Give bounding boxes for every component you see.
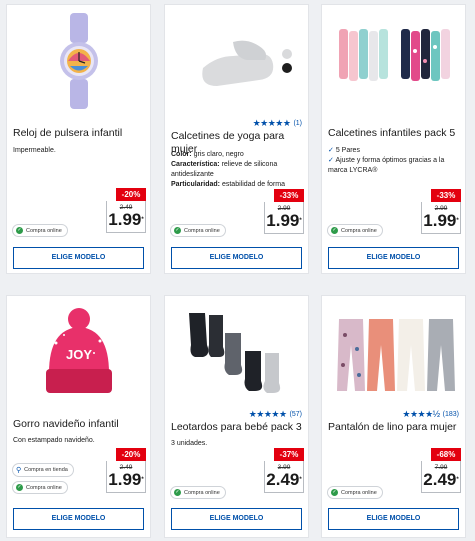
check-icon: ✓ [331, 227, 338, 234]
discount-badge: -33% [274, 189, 304, 202]
new-price: 1.99* [423, 211, 459, 230]
availability-badges: ✓ Compra online [170, 224, 226, 237]
product-title[interactable]: Pantalón de lino para mujer [328, 421, 461, 434]
svg-text:JOY: JOY [65, 347, 91, 362]
check-icon: ✓ [16, 227, 23, 234]
store-badge: ⚲ Compra en tienda [12, 463, 74, 477]
price-box: -37% 3.99 2.49* [264, 448, 304, 493]
price-box: -20% 2.49 1.99* [106, 188, 146, 233]
product-description: Con estampado navideño. [13, 437, 95, 444]
choose-model-button[interactable]: ELIGE MODELO [328, 247, 459, 269]
rating-count: (183) [442, 411, 459, 418]
price-card: 2.99 1.99* [421, 202, 461, 234]
product-title[interactable]: Leotardos para bebé pack 3 [171, 421, 304, 434]
discount-badge: -20% [116, 188, 146, 201]
online-badge: ✓ Compra online [170, 224, 226, 237]
check-icon: ✓ [328, 147, 334, 154]
availability-badges: ✓ Compra online [327, 224, 383, 237]
price-card: 3.99 2.49* [264, 461, 304, 493]
product-image[interactable] [322, 5, 465, 117]
check-icon: ✓ [331, 489, 338, 496]
discount-badge: -37% [274, 448, 304, 461]
product-title[interactable]: Reloj de pulsera infantil [13, 127, 146, 140]
product-card[interactable]: Calcetines infantiles pack 5 ✓ 5 Pares ✓… [321, 4, 466, 274]
check-icon: ✓ [174, 489, 181, 496]
online-badge: ✓ Compra online [327, 224, 383, 237]
price-card: 7.99 2.49* [421, 461, 461, 493]
kids-socks-icon [338, 29, 450, 81]
rating-count: (1) [293, 120, 302, 127]
tights-icon [188, 312, 280, 393]
online-badge: ✓ Compra online [12, 481, 68, 494]
color-swatch-black[interactable] [281, 63, 292, 73]
rating-count: (57) [289, 411, 302, 418]
product-card[interactable]: Reloj de pulsera infantil Impermeable. -… [6, 4, 151, 274]
product-image[interactable] [7, 5, 150, 117]
new-price: 1.99* [108, 210, 144, 229]
product-description: Color: gris claro, negro Característica:… [171, 151, 286, 188]
online-badge: ✓ Compra online [170, 486, 226, 499]
product-card[interactable]: ★★★★½ (183) Pantalón de lino para mujer … [321, 295, 466, 538]
choose-model-button[interactable]: ELIGE MODELO [13, 247, 144, 269]
star-rating-icon: ★★★★★ [252, 118, 291, 128]
socks-icon [201, 40, 292, 86]
rating[interactable]: ★★★★★ (1) [253, 118, 302, 129]
price-card: 2.49 1.99* [106, 461, 146, 493]
rating[interactable]: ★★★★½ (183) [402, 409, 459, 420]
new-price: 2.49* [266, 470, 302, 489]
product-image[interactable] [322, 296, 465, 408]
product-description: Impermeable. [13, 147, 56, 154]
price-card: 2.99 1.99* [264, 202, 304, 234]
availability-badges: ✓ Compra online [12, 224, 68, 237]
product-image[interactable]: JOY [7, 296, 150, 408]
watch-icon [59, 13, 98, 109]
new-price: 1.99* [266, 211, 302, 230]
choose-model-button[interactable]: ELIGE MODELO [13, 508, 144, 530]
choose-model-button[interactable]: ELIGE MODELO [171, 247, 302, 269]
rating[interactable]: ★★★★★ (57) [249, 409, 302, 420]
price-card: 2.49 1.99* [106, 201, 146, 233]
choose-model-button[interactable]: ELIGE MODELO [171, 508, 302, 530]
product-title[interactable]: Calcetines infantiles pack 5 [328, 127, 461, 140]
product-title[interactable]: Gorro navideño infantil [13, 418, 146, 431]
price-box: -20% 2.49 1.99* [106, 448, 146, 493]
choose-model-button[interactable]: ELIGE MODELO [328, 508, 459, 530]
availability-badges: ⚲ Compra en tienda ✓ Compra online [12, 463, 74, 494]
price-box: -68% 7.99 2.49* [421, 448, 461, 493]
availability-badges: ✓ Compra online [170, 486, 226, 499]
check-icon: ✓ [174, 227, 181, 234]
online-badge: ✓ Compra online [12, 224, 68, 237]
location-pin-icon: ⚲ [16, 467, 22, 474]
discount-badge: -33% [431, 189, 461, 202]
product-image[interactable] [165, 296, 308, 408]
check-icon: ✓ [16, 484, 23, 491]
check-icon: ✓ [328, 157, 334, 164]
price-box: -33% 2.99 1.99* [421, 189, 461, 234]
pants-icon [336, 318, 455, 391]
new-price: 1.99* [108, 470, 144, 489]
star-rating-icon: ★★★★½ [402, 409, 440, 419]
product-card[interactable]: JOY Gorro navideño infantil Con estampad… [6, 295, 151, 538]
beanie-icon: JOY [45, 307, 112, 393]
color-swatch-grey[interactable] [281, 49, 292, 59]
availability-badges: ✓ Compra online [327, 486, 383, 499]
price-box: -33% 2.99 1.99* [264, 189, 304, 234]
product-card[interactable]: ★★★★★ (1) Calcetines de yoga para mujer … [164, 4, 309, 274]
online-badge: ✓ Compra online [327, 486, 383, 499]
discount-badge: -20% [116, 448, 146, 461]
product-card[interactable]: ★★★★★ (57) Leotardos para bebé pack 3 3 … [164, 295, 309, 538]
discount-badge: -68% [431, 448, 461, 461]
product-image[interactable] [165, 5, 308, 117]
star-rating-icon: ★★★★★ [248, 409, 287, 419]
new-price: 2.49* [423, 470, 459, 489]
product-description: ✓ 5 Pares ✓ Ajuste y forma óptimos graci… [328, 147, 445, 174]
